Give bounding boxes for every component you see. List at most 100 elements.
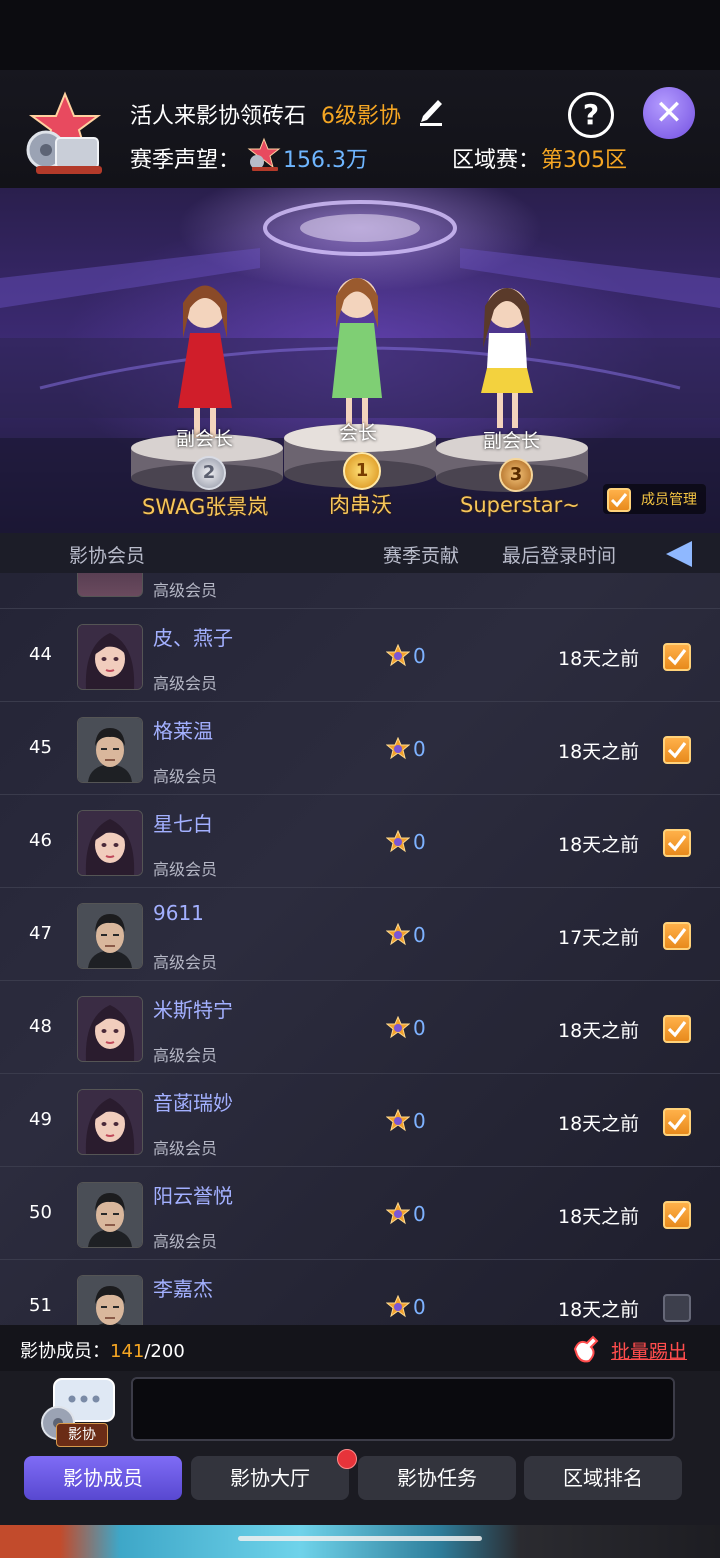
leader-name[interactable]: 肉串沃 <box>329 489 392 519</box>
member-contribution: 0 <box>413 923 426 947</box>
member-select-checkbox[interactable] <box>663 736 691 764</box>
table-row[interactable]: 50 阳云誉悦 高级会员 0 18天之前 <box>0 1166 720 1260</box>
table-row[interactable]: 46 星七白高级会员 0 18天之前 <box>0 794 720 888</box>
contribution-icon <box>385 829 411 854</box>
member-select-checkbox[interactable] <box>663 1201 691 1229</box>
member-last-login: 18天之前 <box>558 741 640 763</box>
table-row[interactable]: 48 米斯特宁 高级会员 0 18天之前 <box>0 980 720 1074</box>
member-last-login: 18天之前 <box>558 1299 640 1321</box>
column-contribution[interactable]: 赛季贡献 <box>383 541 459 568</box>
podium-stage: 副会长 会长 副会长 2 1 3 SWAG张景岚 肉串沃 Superstar~ … <box>0 188 720 533</box>
member-rank: 51 <box>29 1295 52 1316</box>
kick-icon[interactable] <box>571 1333 605 1365</box>
chat-area: 影协 <box>0 1371 720 1447</box>
member-select-checkbox[interactable] <box>663 643 691 671</box>
table-row[interactable]: 45 格莱温高级会员 0 18天之前 <box>0 701 720 795</box>
contribution-icon <box>385 1201 411 1226</box>
member-name[interactable]: 米斯特宁 <box>153 994 233 1023</box>
edit-icon[interactable] <box>418 98 444 126</box>
silver-medal-icon: 2 <box>192 456 226 490</box>
member-last-login: 18天之前 <box>558 1206 640 1228</box>
vice-leader-left-title: 副会长 <box>176 428 234 450</box>
tab-guild-hall[interactable]: 影协大厅 <box>191 1456 349 1500</box>
tab-guild-members[interactable]: 影协成员 <box>24 1456 182 1500</box>
member-last-login: 18天之前 <box>558 834 640 856</box>
vice-leader-left-name[interactable]: SWAG张景岚 <box>142 491 268 521</box>
column-last-login[interactable]: 最后登录时间 <box>502 541 616 568</box>
avatar <box>77 573 143 597</box>
member-name[interactable]: 星七白 <box>153 808 213 837</box>
member-name[interactable]: 李嘉杰 <box>153 1273 213 1302</box>
member-select-checkbox[interactable] <box>663 1108 691 1136</box>
member-select-checkbox[interactable] <box>663 829 691 857</box>
member-count-max: /200 <box>144 1341 185 1362</box>
member-name[interactable]: 音菡瑞妙 <box>153 1087 233 1116</box>
member-manage-checkbox[interactable] <box>607 488 631 512</box>
member-select-checkbox[interactable] <box>663 922 691 950</box>
season-prestige-value: 156.3万 <box>283 148 368 173</box>
tab-region-ranking[interactable]: 区域排名 <box>524 1456 682 1500</box>
member-select-checkbox[interactable] <box>663 1015 691 1043</box>
member-name[interactable]: 9611 <box>153 901 204 925</box>
batch-kick-button[interactable]: 批量踢出 <box>611 1337 687 1364</box>
notification-dot-icon <box>337 1449 357 1469</box>
member-manage-toggle[interactable]: 成员管理 <box>603 484 706 514</box>
member-table-header: 影协会员 赛季贡献 最后登录时间 <box>0 533 720 573</box>
avatar[interactable] <box>77 996 143 1062</box>
region-value: 第305区 <box>541 148 627 173</box>
help-button[interactable]: ? <box>568 92 614 138</box>
top-status-area <box>0 0 720 70</box>
member-contribution: 0 <box>413 1016 426 1040</box>
member-last-login: 17天之前 <box>558 927 640 949</box>
contribution-icon <box>385 922 411 947</box>
member-manage-label: 成员管理 <box>641 492 697 508</box>
avatar[interactable] <box>77 1275 143 1325</box>
avatar[interactable] <box>77 1089 143 1155</box>
member-rank: 44 <box>29 644 52 665</box>
prestige-icon <box>247 137 281 171</box>
member-rank: 46 <box>29 830 52 851</box>
member-name[interactable]: 阳云誉悦 <box>153 1180 233 1209</box>
chat-input[interactable] <box>131 1377 675 1441</box>
member-role: 高级会员 <box>153 767 218 786</box>
avatar[interactable] <box>77 1182 143 1248</box>
close-button[interactable]: ✕ <box>643 87 695 139</box>
member-name[interactable]: 格莱温 <box>153 715 213 744</box>
table-row[interactable]: 44 皮、燕子 高级会员 0 18天之前 <box>0 608 720 702</box>
member-rank: 48 <box>29 1016 52 1037</box>
member-rank: 50 <box>29 1202 52 1223</box>
member-last-login: 18天之前 <box>558 1113 640 1135</box>
avatar[interactable] <box>77 717 143 783</box>
home-indicator[interactable] <box>238 1536 482 1541</box>
member-rank: 47 <box>29 923 52 944</box>
avatar[interactable] <box>77 624 143 690</box>
member-select-checkbox[interactable] <box>663 1294 691 1322</box>
contribution-icon <box>385 1108 411 1133</box>
collapse-arrow-icon[interactable] <box>666 541 692 567</box>
member-contribution: 0 <box>413 737 426 761</box>
bronze-medal-icon: 3 <box>499 458 533 492</box>
guild-level: 6级影协 <box>321 104 401 129</box>
member-role: 高级会员 <box>153 581 218 600</box>
table-row[interactable]: 51李嘉杰高级会员018天之前 <box>0 1259 720 1325</box>
region-label: 区域赛： <box>452 148 541 173</box>
member-role: 高级会员 <box>153 860 218 879</box>
contribution-icon <box>385 643 411 668</box>
member-count-label: 影协成员： <box>20 1341 110 1362</box>
avatar[interactable] <box>77 810 143 876</box>
member-contribution: 0 <box>413 830 426 854</box>
vice-leader-right-name[interactable]: Superstar~ <box>460 493 580 517</box>
gold-medal-icon: 1 <box>343 452 381 490</box>
table-row[interactable]: 49 音菡瑞妙 高级会员 0 18天之前 <box>0 1073 720 1167</box>
chat-badge: 影协 <box>56 1423 108 1447</box>
member-rank: 45 <box>29 737 52 758</box>
table-row[interactable]: 高级会员 <box>0 573 720 609</box>
avatar[interactable] <box>77 903 143 969</box>
guild-header: 活人来影协领砖石 6级影协 赛季声望： 156.3万 区域赛： 第305区 ? … <box>0 70 720 188</box>
member-name[interactable]: 皮、燕子 <box>153 622 233 651</box>
tab-guild-tasks[interactable]: 影协任务 <box>358 1456 516 1500</box>
member-count-current: 141 <box>110 1341 145 1362</box>
table-row[interactable]: 47 9611 高级会员 0 17天之前 <box>0 887 720 981</box>
column-member: 影协会员 <box>69 545 146 567</box>
member-list[interactable]: 高级会员 44 皮、燕子 高级会员 0 18天之前 45 格莱温 高级会员 0 18天之前 46 星七… <box>0 573 720 1325</box>
